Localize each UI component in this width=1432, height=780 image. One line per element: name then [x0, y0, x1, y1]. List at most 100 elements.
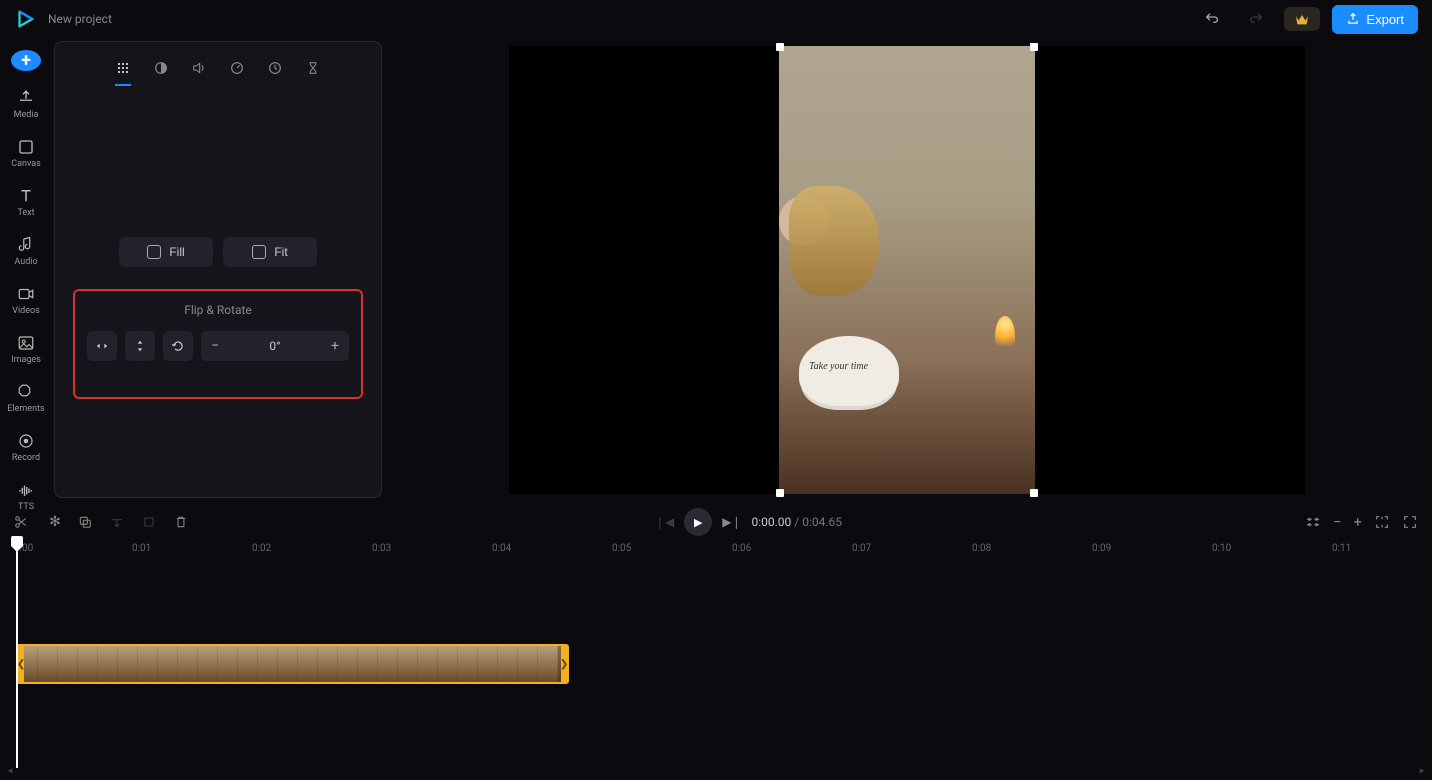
clip-thumbnail — [318, 646, 338, 682]
zoom-fit-button[interactable] — [1374, 514, 1390, 530]
main-area: + Media Canvas Text Audio Videos Images … — [0, 38, 1432, 498]
rotation-decrease[interactable]: − — [211, 338, 219, 354]
clip-thumbnail — [198, 646, 218, 682]
fullscreen-button[interactable] — [1402, 514, 1418, 530]
timeline-playhead[interactable] — [16, 538, 18, 768]
export-label: Export — [1366, 12, 1404, 27]
clip-handle-left[interactable]: ❮ — [18, 646, 24, 682]
top-bar: New project Export — [0, 0, 1432, 38]
ruler-mark: 0:01 — [132, 543, 151, 554]
sidebar-item-tts[interactable]: TTS — [17, 481, 35, 512]
clip-thumbnail — [338, 646, 358, 682]
zoom-in-button[interactable]: + — [1354, 513, 1363, 531]
fit-button[interactable]: Fit — [223, 237, 317, 267]
clip-thumbnail — [98, 646, 118, 682]
clip-thumbnail — [458, 646, 478, 682]
fill-icon — [147, 245, 161, 259]
clip-thumbnail — [218, 646, 238, 682]
properties-tabs — [73, 56, 363, 87]
sidebar-item-audio[interactable]: Audio — [14, 236, 37, 267]
tab-speed[interactable] — [229, 56, 245, 86]
ruler-mark: 0:02 — [252, 543, 271, 554]
prev-frame-button[interactable]: ❘◀ — [655, 515, 674, 529]
rotation-increase[interactable]: + — [331, 338, 339, 354]
transport-controls: ❘◀ ▶ ▶❘ 0:00.00 / 0:04.65 — [655, 508, 842, 536]
sidebar-item-canvas[interactable]: Canvas — [11, 138, 41, 169]
total-time: 0:04.65 — [802, 515, 842, 529]
ruler-mark: 0:10 — [1212, 543, 1231, 554]
rotation-value: 0° — [269, 339, 280, 353]
sidebar-label: Audio — [14, 257, 37, 267]
sidebar-label: Text — [17, 208, 34, 218]
sidebar-item-videos[interactable]: Videos — [12, 285, 40, 316]
clip-thumbnail — [258, 646, 278, 682]
preview-area: Take your time — [382, 38, 1432, 498]
clip-thumbnail — [78, 646, 98, 682]
tab-volume[interactable] — [191, 56, 207, 86]
time-display: 0:00.00 / 0:04.65 — [752, 515, 843, 529]
freeze-button[interactable]: ✻ — [46, 514, 64, 530]
project-title[interactable]: New project — [48, 12, 112, 26]
clip-thumbnail — [58, 646, 78, 682]
clip-thumbnail — [498, 646, 518, 682]
fit-timeline-button[interactable] — [1305, 514, 1321, 530]
selection-handle[interactable] — [776, 489, 784, 497]
sidebar-item-record[interactable]: Record — [12, 432, 40, 463]
selection-handle[interactable] — [776, 43, 784, 51]
redo-button[interactable] — [1240, 7, 1272, 31]
timeline-ruler[interactable]: 0:00 0:01 0:02 0:03 0:04 0:05 0:06 0:07 … — [0, 540, 1432, 560]
clip-thumbnail — [438, 646, 458, 682]
premium-button[interactable] — [1284, 7, 1320, 31]
video-frame[interactable]: Take your time — [779, 46, 1035, 494]
ruler-mark: 0:08 — [972, 543, 991, 554]
timeline-tracks[interactable]: ❮ ❯ — [0, 560, 1432, 770]
tab-hourglass[interactable] — [305, 56, 321, 86]
clip-thumbnail — [178, 646, 198, 682]
preview-canvas[interactable]: Take your time — [509, 46, 1305, 494]
zoom-controls: − + — [1305, 513, 1418, 531]
clip-handle-right[interactable]: ❯ — [561, 646, 567, 682]
play-button[interactable]: ▶ — [684, 508, 712, 536]
rotate-button[interactable] — [163, 331, 193, 361]
next-frame-button[interactable]: ▶❘ — [722, 515, 741, 529]
video-content — [789, 186, 879, 296]
split-button[interactable] — [14, 515, 32, 529]
ruler-mark: 0:06 — [732, 543, 751, 554]
clip-thumbnail — [398, 646, 418, 682]
selection-handle[interactable] — [1030, 489, 1038, 497]
layer-down-button[interactable] — [110, 515, 128, 529]
ruler-mark: 0:03 — [372, 543, 391, 554]
export-button[interactable]: Export — [1332, 5, 1418, 34]
properties-panel: Fill Fit Flip & Rotate − — [54, 41, 382, 498]
ruler-mark: 0:04 — [492, 543, 511, 554]
duplicate-button[interactable] — [78, 515, 96, 529]
sidebar-item-elements[interactable]: Elements — [7, 383, 44, 414]
undo-button[interactable] — [1196, 7, 1228, 31]
clip-thumbnail — [298, 646, 318, 682]
tab-adjust[interactable] — [153, 56, 169, 86]
flip-vertical-button[interactable] — [125, 331, 155, 361]
clip-thumbnail — [158, 646, 178, 682]
clip-thumbnail — [478, 646, 498, 682]
video-clip[interactable]: ❮ ❯ — [16, 644, 569, 684]
flip-horizontal-button[interactable] — [87, 331, 117, 361]
tab-time[interactable] — [267, 56, 283, 86]
delete-button[interactable] — [174, 515, 192, 529]
clip-thumbnail — [38, 646, 58, 682]
clip-thumbnail — [278, 646, 298, 682]
zoom-out-button[interactable]: − — [1333, 513, 1342, 531]
sidebar-label: Canvas — [11, 159, 41, 169]
ruler-mark: 0:11 — [1332, 543, 1351, 554]
sidebar-item-text[interactable]: Text — [17, 187, 35, 218]
add-button[interactable]: + — [11, 50, 41, 71]
sidebar-item-images[interactable]: Images — [11, 334, 41, 365]
rotation-value-group: − 0° + — [201, 331, 349, 361]
sidebar: + Media Canvas Text Audio Videos Images … — [0, 38, 52, 498]
app-logo[interactable] — [14, 8, 36, 30]
selection-handle[interactable] — [1030, 43, 1038, 51]
fill-button[interactable]: Fill — [119, 237, 213, 267]
crop-button[interactable] — [142, 515, 160, 529]
horizontal-scrollbar[interactable] — [6, 768, 1426, 776]
tab-transform[interactable] — [115, 56, 131, 86]
sidebar-item-media[interactable]: Media — [14, 89, 39, 120]
